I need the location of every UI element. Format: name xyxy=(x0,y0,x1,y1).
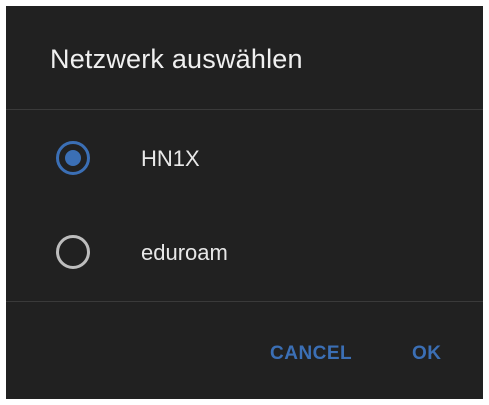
divider-top xyxy=(6,109,483,110)
cancel-button[interactable]: CANCEL xyxy=(270,343,352,365)
network-select-dialog: Netzwerk auswählen HN1X eduroam CANCEL O… xyxy=(6,6,483,399)
network-option-label: eduroam xyxy=(141,240,228,265)
network-option-eduroam[interactable]: eduroam xyxy=(6,210,483,300)
network-option-hn1x[interactable]: HN1X xyxy=(6,116,483,206)
radio-button-unselected[interactable] xyxy=(56,235,90,269)
radio-dot xyxy=(65,150,81,166)
dialog-title: Netzwerk auswählen xyxy=(50,44,303,74)
divider-bottom xyxy=(6,301,483,302)
radio-button-selected[interactable] xyxy=(56,141,90,175)
network-option-label: HN1X xyxy=(141,146,200,171)
ok-button[interactable]: OK xyxy=(412,343,442,365)
